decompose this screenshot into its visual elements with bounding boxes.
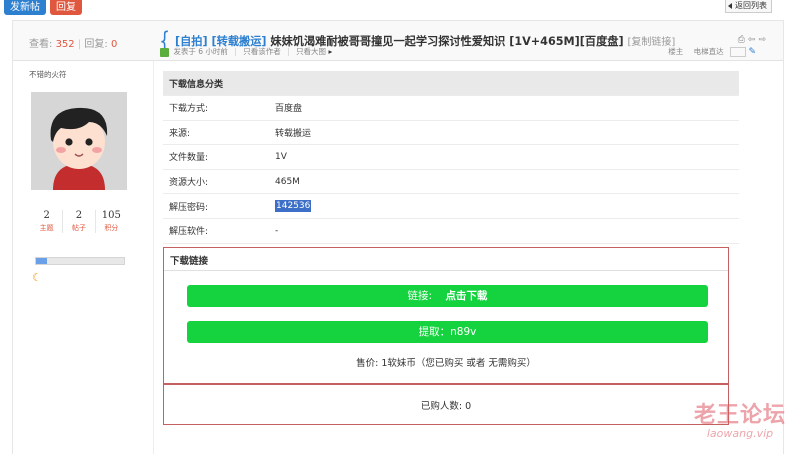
row-value: - xyxy=(269,218,739,244)
level-progress-fill xyxy=(36,258,47,264)
password-value[interactable]: 142536 xyxy=(275,200,312,213)
prev-thread-icon[interactable]: ⇦ xyxy=(748,35,759,45)
views-count: 352 xyxy=(55,39,75,50)
next-thread-icon[interactable]: ⇨ xyxy=(758,35,769,45)
extract-code-button[interactable]: 提取：n89v xyxy=(187,321,708,343)
stat-label: 帖子 xyxy=(71,224,86,232)
row-label: 来源: xyxy=(163,120,269,146)
post-time: 发表于 6 小时前 xyxy=(173,47,228,56)
download-info-table: 下载信息分类 下载方式: 百度盘 来源: 转载搬运 文件数量: 1V 资源大小: 465… xyxy=(163,71,739,244)
row-value: 465M xyxy=(269,169,739,195)
buyers-box: 已购人数: 0 xyxy=(163,383,729,425)
chevron-right-icon: ▸ xyxy=(328,47,333,56)
row-label: 解压密码: xyxy=(163,193,269,219)
post-meta: 发表于 6 小时前 | 只看该作者 | 只看大图 ▸ 楼主 电梯直达 ✎ xyxy=(160,46,756,60)
author-sidebar: 不错的火符 2 主题 2 帖子 105 积分 ☾ xyxy=(13,61,154,454)
stat-value: 105 xyxy=(101,210,121,221)
print-icon[interactable]: ⎙ xyxy=(738,35,748,45)
views-label: 查看: xyxy=(29,39,53,50)
table-row: 来源: 转载搬运 xyxy=(163,120,739,146)
stat-points[interactable]: 105 积分 xyxy=(96,210,127,233)
row-value: 1V xyxy=(269,144,739,170)
new-post-button[interactable]: 发新帖 xyxy=(4,0,46,15)
table-row: 资源大小: 465M xyxy=(163,169,739,195)
watermark-cn: 老王论坛 xyxy=(693,403,786,428)
table-row: 解压密码: 142536 xyxy=(163,193,739,219)
download-link-button[interactable]: 链接: 点击下载 xyxy=(187,285,708,307)
row-label: 下载方式: xyxy=(163,95,269,121)
avatar[interactable] xyxy=(31,92,127,190)
stat-posts[interactable]: 2 帖子 xyxy=(63,210,96,233)
download-link-label: 链接: xyxy=(407,290,433,302)
replies-label: 回复: xyxy=(84,39,108,50)
wrench-icon[interactable]: ✎ xyxy=(748,47,756,57)
download-box: 下载链接 链接: 点击下载 提取：n89v 售价: 1软妹币（您已购买 或者 无… xyxy=(163,247,729,385)
jump-floor-label[interactable]: 电梯直达 xyxy=(694,47,724,56)
stat-threads[interactable]: 2 主题 xyxy=(31,210,64,233)
thread-stats: 查看: 352 | 回复: 0 xyxy=(29,39,118,50)
author-stats: 2 主题 2 帖子 105 积分 xyxy=(31,210,127,233)
back-to-list-button[interactable]: 返回列表 xyxy=(725,0,772,13)
back-arrow-icon xyxy=(728,2,732,9)
download-link-action: 点击下载 xyxy=(445,290,488,302)
stat-label: 积分 xyxy=(104,224,119,232)
row-value: 转载搬运 xyxy=(269,120,739,146)
download-box-title: 下载链接 xyxy=(170,256,209,267)
watermark-logo: 老王论坛 laowang.vip xyxy=(694,397,786,440)
author-name[interactable]: 不错的火符 xyxy=(29,69,67,80)
stat-value: 2 xyxy=(75,210,83,221)
level-progress-bar xyxy=(35,257,125,265)
large-image-link[interactable]: 只看大图 xyxy=(296,47,326,56)
stat-label: 主题 xyxy=(39,224,54,232)
buyers-count: 已购人数: 0 xyxy=(420,401,472,412)
table-row: 解压软件: - xyxy=(163,218,739,244)
only-author-link[interactable]: 只看该作者 xyxy=(243,47,281,56)
table-row: 文件数量: 1V xyxy=(163,144,739,170)
price-text: 售价: 1软妹币（您已购买 或者 无需购买） xyxy=(356,358,536,369)
row-value: 百度盘 xyxy=(269,95,739,121)
moon-icon: ☾ xyxy=(32,271,42,284)
title-icons: ⎙⇦⇨ xyxy=(738,35,769,45)
post-meta-right: 楼主 电梯直达 ✎ xyxy=(668,46,756,57)
row-label: 文件数量: xyxy=(163,144,269,170)
floor-input[interactable] xyxy=(730,47,747,57)
avatar-image xyxy=(31,92,127,190)
row-label: 资源大小: xyxy=(163,169,269,195)
back-to-list-label: 返回列表 xyxy=(735,1,767,10)
divider xyxy=(164,270,728,271)
download-info-header: 下载信息分类 xyxy=(163,71,739,96)
stat-value: 2 xyxy=(43,210,50,221)
user-online-icon xyxy=(160,47,169,57)
row-label: 解压软件: xyxy=(163,218,269,244)
floor-label: 楼主 xyxy=(668,47,684,56)
row-value: 142536 xyxy=(269,193,739,219)
replies-count: 0 xyxy=(110,39,118,50)
table-row: 下载方式: 百度盘 xyxy=(163,95,739,121)
reply-button[interactable]: 回复 xyxy=(50,0,82,15)
watermark-en: laowang.vip xyxy=(706,427,774,440)
